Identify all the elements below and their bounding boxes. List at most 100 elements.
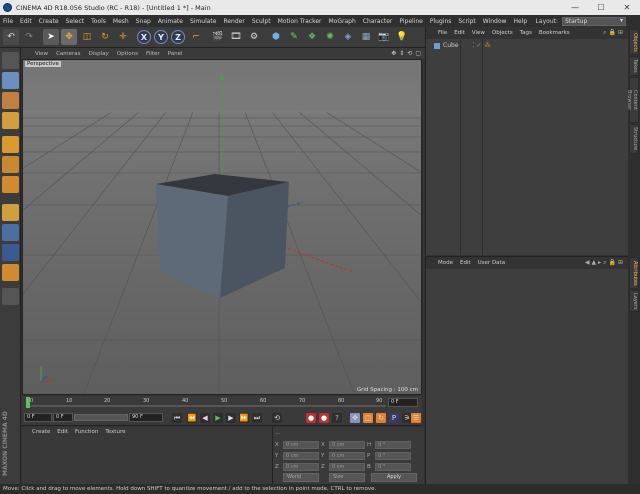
pan-icon[interactable]: ✥ — [391, 50, 396, 57]
object-menu-edit[interactable]: Edit — [454, 30, 465, 36]
previous-frame-icon[interactable]: ◀ — [200, 413, 210, 423]
live-selection-icon[interactable]: ✛ — [115, 29, 131, 45]
menu-character[interactable]: Character — [363, 18, 393, 25]
next-key-icon[interactable]: ⏩ — [239, 413, 249, 423]
apply-button[interactable]: Apply — [371, 473, 417, 482]
menu-script[interactable]: Script — [458, 18, 475, 25]
tab-objects[interactable]: Objects — [629, 29, 639, 55]
size-z-field[interactable]: 0 cm — [329, 462, 365, 471]
visibility-dots-icon[interactable]: ⁚ — [473, 42, 475, 49]
viewport-menu-options[interactable]: Options — [117, 51, 138, 57]
make-editable-icon[interactable] — [2, 52, 19, 69]
coordinate-mode-dropdown[interactable]: World — [283, 473, 319, 482]
cloner-icon[interactable]: ✺ — [322, 29, 338, 45]
menu-motion-tracker[interactable]: Motion Tracker — [278, 18, 322, 25]
scene-icon[interactable]: ▦ — [358, 29, 374, 45]
attribute-menu-mode[interactable]: Mode — [438, 260, 453, 266]
rot-b-field[interactable]: 0 ° — [375, 462, 411, 471]
attribute-menu-edit[interactable]: Edit — [460, 260, 471, 266]
menu-window[interactable]: Window — [483, 18, 507, 25]
parameter-key-icon[interactable]: P — [389, 413, 399, 423]
deformer-icon[interactable]: ◈ — [340, 29, 356, 45]
object-name[interactable]: Cube — [443, 42, 459, 49]
scale-tool-icon[interactable]: ◫ — [79, 29, 95, 45]
material-menu-create[interactable]: Create — [32, 429, 50, 435]
viewport-menu-cameras[interactable]: Cameras — [56, 51, 80, 57]
object-menu-bookmarks[interactable]: Bookmarks — [539, 30, 570, 36]
play-icon[interactable]: ▶ — [213, 413, 223, 423]
viewport-menu-display[interactable]: Display — [89, 51, 109, 57]
end-frame-field[interactable]: 90 F — [129, 413, 163, 422]
object-menu-objects[interactable]: Objects — [492, 30, 513, 36]
go-to-start-icon[interactable]: ⏮ — [172, 413, 182, 423]
previous-key-icon[interactable]: ⏪ — [187, 413, 197, 423]
tab-content-browser[interactable]: Content Browser — [626, 77, 639, 123]
select-arrow-icon[interactable]: ➤ — [43, 29, 59, 45]
menu-help[interactable]: Help — [513, 18, 527, 25]
maximize-view-icon[interactable]: ▢ — [415, 50, 421, 57]
object-menu-file[interactable]: File — [438, 30, 447, 36]
orbit-icon[interactable]: ⟲ — [407, 50, 412, 57]
rot-h-field[interactable]: 0 ° — [375, 440, 411, 449]
tab-takes[interactable]: Takes — [629, 56, 639, 76]
go-to-end-icon[interactable]: ⏭ — [252, 413, 262, 423]
preview-range-slider[interactable] — [74, 414, 128, 421]
rotate-tool-icon[interactable]: ↻ — [97, 29, 113, 45]
camera-label[interactable]: Perspective — [25, 61, 61, 67]
enabled-check-icon[interactable]: ✓ — [476, 42, 481, 49]
attribute-nav-icons[interactable]: ◀▲▸⌕🔒⊞ — [585, 259, 625, 267]
viewport-menu-panel[interactable]: Panel — [168, 51, 183, 57]
redo-button[interactable]: ↷ — [21, 29, 37, 45]
layout-dropdown[interactable]: Startup — [562, 16, 626, 26]
y-axis-lock-button[interactable]: Y — [154, 30, 168, 44]
menu-select[interactable]: Select — [66, 18, 85, 25]
close-button[interactable]: ✕ — [614, 0, 640, 15]
object-row-cube[interactable]: Cube ⁚ ✓ ⁂ — [426, 41, 629, 50]
menu-sculpt[interactable]: Sculpt — [252, 18, 271, 25]
subdivision-icon[interactable]: ❖ — [304, 29, 320, 45]
render-settings-icon[interactable]: ⚙ — [246, 29, 262, 45]
tab-structure[interactable]: Structure — [629, 124, 639, 154]
menu-animate[interactable]: Animate — [158, 18, 183, 25]
polygons-mode-icon[interactable] — [2, 176, 19, 193]
timeline-ruler[interactable]: 0 10 20 30 40 50 60 70 80 90 0 F — [22, 396, 422, 410]
tab-layers[interactable]: Layers — [629, 290, 639, 312]
menu-create[interactable]: Create — [39, 18, 59, 25]
menu-edit[interactable]: Edit — [20, 18, 32, 25]
keyframe-selection-icon[interactable]: ? — [332, 413, 342, 423]
rot-p-field[interactable]: 0 ° — [375, 451, 411, 460]
menu-render[interactable]: Render — [223, 18, 244, 25]
maximize-button[interactable]: ☐ — [588, 0, 614, 15]
menu-pipeline[interactable]: Pipeline — [399, 18, 422, 25]
cube-object[interactable] — [156, 174, 289, 298]
perspective-viewport[interactable]: Perspective Grid Spacing : 100 cm — [22, 59, 422, 395]
current-frame-field[interactable]: 0 F — [53, 413, 73, 422]
pen-spline-icon[interactable]: ✎ — [286, 29, 302, 45]
timeline-icon[interactable]: ☰ — [411, 413, 421, 423]
pos-x-field[interactable]: 0 cm — [283, 440, 319, 449]
playhead[interactable] — [26, 397, 30, 408]
pos-y-field[interactable]: 0 cm — [283, 451, 319, 460]
camera-icon[interactable]: 📷 — [376, 29, 392, 45]
object-menu-tags[interactable]: Tags — [520, 30, 532, 36]
edges-mode-icon[interactable] — [2, 156, 19, 173]
texture-mode-icon[interactable] — [2, 92, 19, 109]
soft-selection-icon[interactable] — [2, 264, 19, 281]
attribute-menu-user-data[interactable]: User Data — [478, 260, 505, 266]
rotation-key-icon[interactable]: ↻ — [376, 413, 386, 423]
menu-simulate[interactable]: Simulate — [190, 18, 217, 25]
minimize-button[interactable]: — — [562, 0, 588, 15]
material-menu-edit[interactable]: Edit — [57, 429, 68, 435]
menu-tools[interactable]: Tools — [91, 18, 106, 25]
record-keys-icon[interactable]: ● — [306, 413, 316, 423]
position-key-icon[interactable]: ✥ — [350, 413, 360, 423]
dolly-icon[interactable]: ⇕ — [399, 50, 404, 57]
size-x-field[interactable]: 0 cm — [329, 440, 365, 449]
menu-plugins[interactable]: Plugins — [430, 18, 452, 25]
x-axis-lock-button[interactable]: X — [137, 30, 151, 44]
phong-tag-icon[interactable]: ⁂ — [484, 42, 490, 49]
size-mode-dropdown[interactable]: Size — [329, 473, 365, 482]
undo-button[interactable]: ↶ — [3, 29, 19, 45]
autokeying-icon[interactable]: ● — [319, 413, 329, 423]
snap-icon[interactable] — [2, 244, 19, 261]
